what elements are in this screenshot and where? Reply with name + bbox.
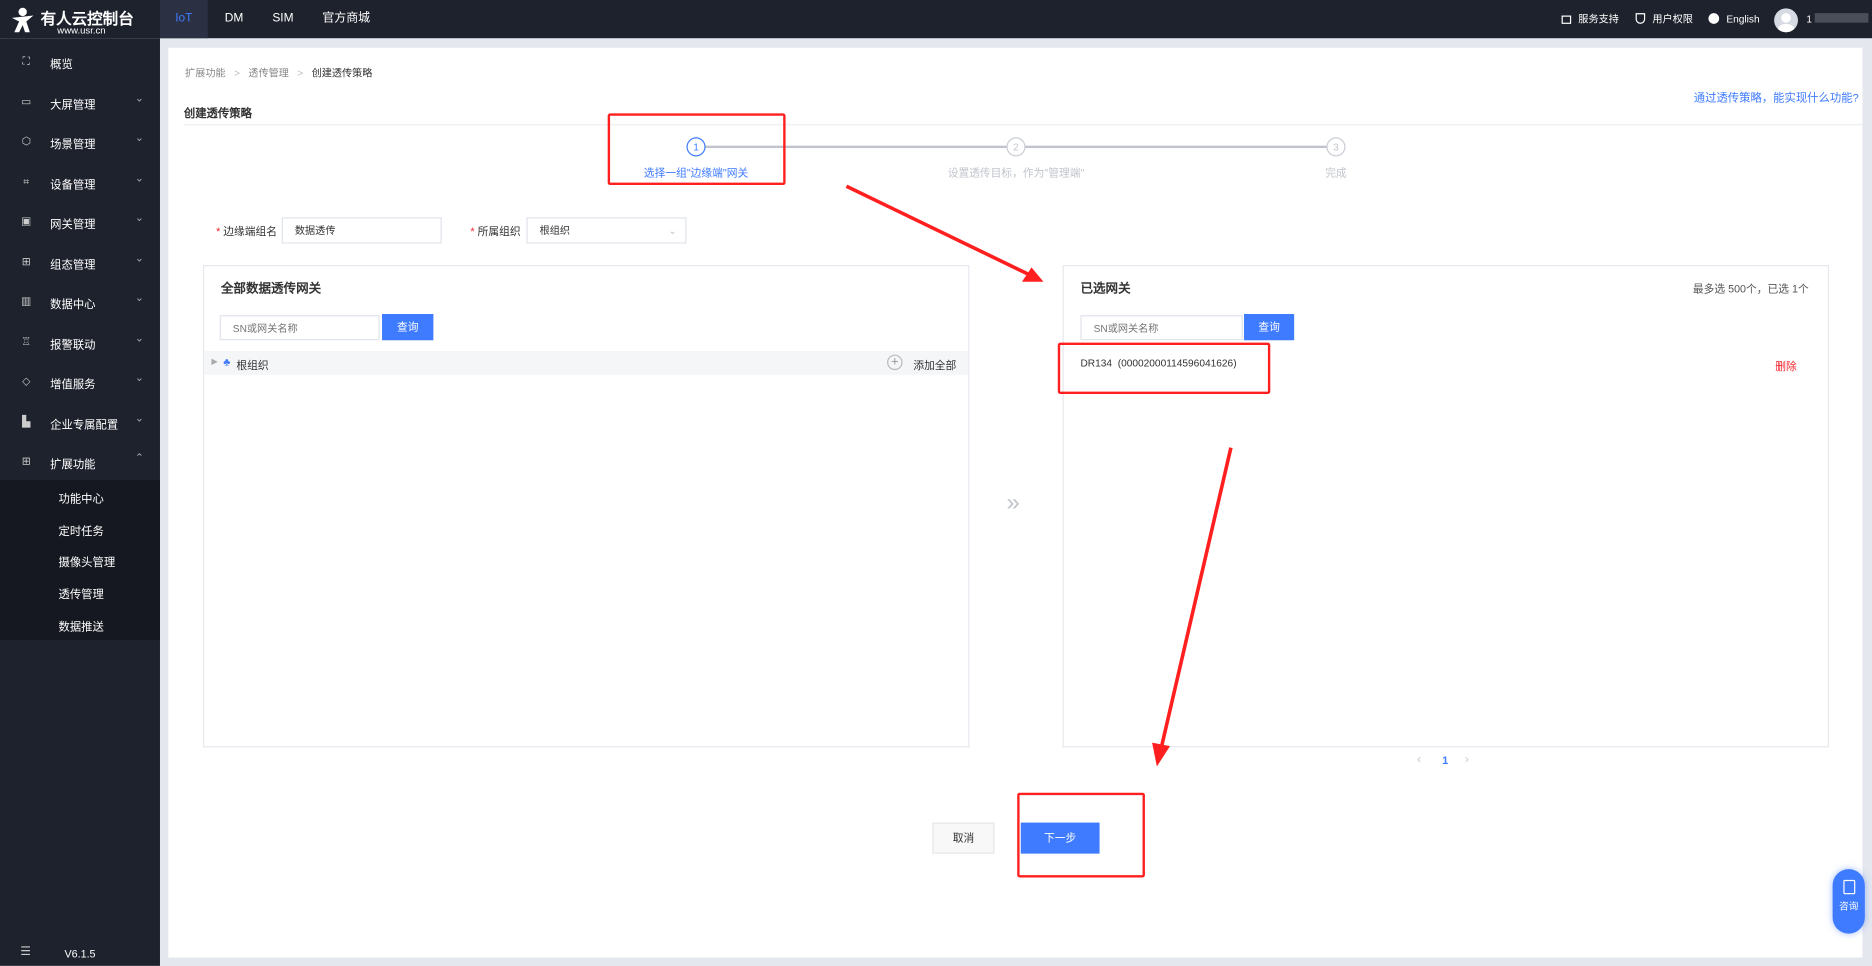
arrow-line-1 — [845, 184, 1030, 277]
arrow-head-2 — [1152, 742, 1171, 767]
arrow-line-2 — [1159, 447, 1233, 747]
annotation-arrows — [845, 184, 1233, 767]
